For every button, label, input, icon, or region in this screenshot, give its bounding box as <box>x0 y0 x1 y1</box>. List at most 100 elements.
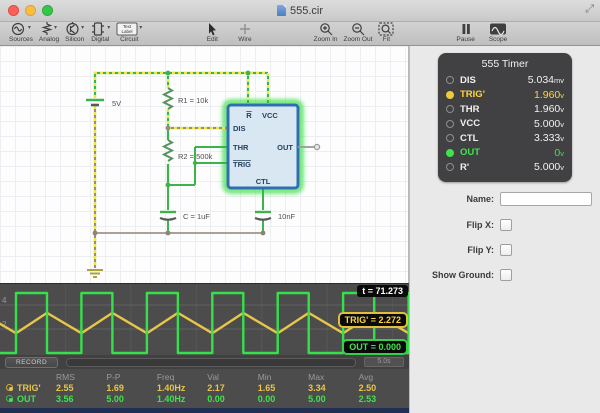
close-button[interactable] <box>8 5 19 16</box>
zoom-out-icon <box>351 22 365 36</box>
chevron-down-icon: ▾ <box>139 24 142 31</box>
trig-trace-toggle[interactable] <box>6 384 13 391</box>
toolbar-wire[interactable]: Wire <box>235 22 254 44</box>
toolbar-zoom-in[interactable]: Zoom In <box>311 22 341 44</box>
chevron-down-icon: ▾ <box>54 24 57 31</box>
c1-label: C = 1uF <box>183 212 210 221</box>
text-label-icon: TextLabel <box>116 22 138 36</box>
cursor-time-readout: t = 71.273 <box>357 285 408 297</box>
out-terminal[interactable] <box>314 144 319 149</box>
component-title: 555 Timer <box>446 58 564 70</box>
window-title: 555.cir <box>290 5 323 17</box>
measurements-header: RMS P-P Freq Val Min Max Avg <box>0 371 409 382</box>
pin-probe-radio[interactable] <box>446 120 454 128</box>
name-label: Name: <box>410 194 494 204</box>
zoom-window-button[interactable] <box>42 5 53 16</box>
resistor-r1[interactable]: R1 = 10k <box>164 88 208 109</box>
schematic-canvas[interactable]: 5V R1 = 10k R2 = 500k <box>0 46 409 283</box>
chevron-down-icon: ▾ <box>81 24 84 31</box>
scope-icon <box>489 22 507 36</box>
toolbar: ▾ Sources ▾ Analog ▾ Silicon ▾ Digital T… <box>0 22 600 46</box>
cursor-icon <box>206 22 218 36</box>
svg-text:4: 4 <box>2 296 7 305</box>
document-icon <box>277 5 286 16</box>
pin-label-reset: R <box>246 111 252 120</box>
show-ground-label: Show Ground: <box>410 270 494 280</box>
component-form: Name: Flip X: Flip Y: Show Ground: <box>410 192 600 281</box>
cursor-trig-readout: TRIG' = 2.272 <box>338 312 408 328</box>
toolbar-circuit[interactable]: TextLabel▾ Circuit <box>113 22 145 44</box>
pin-row-trig: TRIG' 1.960v <box>446 88 564 103</box>
transistor-icon <box>65 22 80 36</box>
toolbar-pause[interactable]: Pause <box>453 22 477 44</box>
fullscreen-icon[interactable]: ⤢ <box>585 3 594 16</box>
flip-y-checkbox[interactable] <box>500 244 512 256</box>
source-icon <box>11 22 27 36</box>
chevron-down-icon: ▾ <box>28 24 31 31</box>
pin-label-dis: DIS <box>233 124 246 133</box>
pin-label-out: OUT <box>277 143 293 152</box>
battery-5v[interactable]: 5V <box>86 99 121 108</box>
pin-probe-radio[interactable] <box>446 134 454 142</box>
inspector-panel: 555 Timer DIS 5.034mv TRIG' 1.960v THR 1… <box>409 46 600 413</box>
pin-probe-radio[interactable] <box>446 105 454 113</box>
timeline-scrubber[interactable] <box>66 358 356 367</box>
minimize-button[interactable] <box>25 5 36 16</box>
flip-x-checkbox[interactable] <box>500 219 512 231</box>
flip-x-label: Flip X: <box>410 220 494 230</box>
ground-symbol[interactable] <box>87 270 103 277</box>
pin-label-vcc: VCC <box>262 111 278 120</box>
toolbar-sources[interactable]: ▾ Sources <box>6 22 36 44</box>
pin-probe-radio[interactable] <box>446 149 454 157</box>
pin-row-ctl: CTL 3.333v <box>446 131 564 146</box>
pin-readout-box: 555 Timer DIS 5.034mv TRIG' 1.960v THR 1… <box>438 53 572 182</box>
pin-probe-radio[interactable] <box>446 91 454 99</box>
toolbar-digital[interactable]: ▾ Digital <box>87 22 113 44</box>
show-ground-checkbox[interactable] <box>500 269 512 281</box>
pin-row-dis: DIS 5.034mv <box>446 73 564 88</box>
pin-row-out: OUT 0v <box>446 146 564 161</box>
flip-y-label: Flip Y: <box>410 245 494 255</box>
c2-label: 10nF <box>278 212 296 221</box>
pin-label-trig: TRIG <box>233 160 251 169</box>
toolbar-zoom-out[interactable]: Zoom Out <box>341 22 376 44</box>
toolbar-scope[interactable]: Scope <box>486 22 510 44</box>
app-window: 555.cir ⤢ ▾ Sources ▾ Analog ▾ Silicon ▾… <box>0 0 600 413</box>
bottom-strip <box>0 408 409 413</box>
r1-label: R1 = 10k <box>178 96 208 105</box>
battery-label: 5V <box>112 99 121 108</box>
capacitor-c1[interactable]: C = 1uF <box>160 212 210 221</box>
capacitor-c2[interactable]: 10nF <box>255 212 296 221</box>
toolbar-fit[interactable]: Fit <box>375 22 397 44</box>
fit-icon <box>378 22 394 36</box>
timebase-button[interactable]: 5.0s <box>364 357 404 367</box>
traffic-lights <box>8 5 53 16</box>
toolbar-analog[interactable]: ▾ Analog <box>36 22 62 44</box>
toolbar-silicon[interactable]: ▾ Silicon <box>62 22 87 44</box>
out-trace-toggle[interactable] <box>6 395 13 402</box>
plus-icon <box>239 22 251 36</box>
pin-probe-radio[interactable] <box>446 163 454 171</box>
measurements-table: RMS P-P Freq Val Min Max Avg TRIG' 2.55 … <box>0 369 409 408</box>
chip-555[interactable]: R VCC DIS THR TRIG OUT CTL <box>228 105 298 188</box>
titlebar: 555.cir ⤢ <box>0 0 600 22</box>
r2-label: R2 = 500k <box>178 152 213 161</box>
pin-row-vcc: VCC 5.000v <box>446 117 564 132</box>
record-button[interactable]: RECORD <box>5 357 58 368</box>
oscilloscope[interactable]: 24 t = 71.273 TRIG' = 2.272 OUT = 0.000 <box>0 283 409 355</box>
svg-text:Label: Label <box>122 29 133 34</box>
pin-row-thr: THR 1.960v <box>446 102 564 117</box>
pin-row-reset: R' 5.000v <box>446 160 564 175</box>
chevron-down-icon: ▾ <box>107 24 110 31</box>
table-row-trig[interactable]: TRIG' 2.55 1.69 1.40Hz 2.17 1.65 3.34 2.… <box>0 382 409 393</box>
resistor-r2[interactable]: R2 = 500k <box>164 140 213 161</box>
record-bar: RECORD 5.0s <box>0 355 409 369</box>
pin-probe-radio[interactable] <box>446 76 454 84</box>
zoom-in-icon <box>319 22 333 36</box>
table-row-out[interactable]: OUT 3.56 5.00 1.40Hz 0.00 0.00 5.00 2.53 <box>0 393 409 404</box>
pin-label-thr: THR <box>233 143 249 152</box>
ic-icon <box>90 22 106 36</box>
toolbar-edit[interactable]: Edit <box>203 22 221 44</box>
name-input[interactable] <box>500 192 592 206</box>
cursor-out-readout: OUT = 0.000 <box>342 339 408 355</box>
